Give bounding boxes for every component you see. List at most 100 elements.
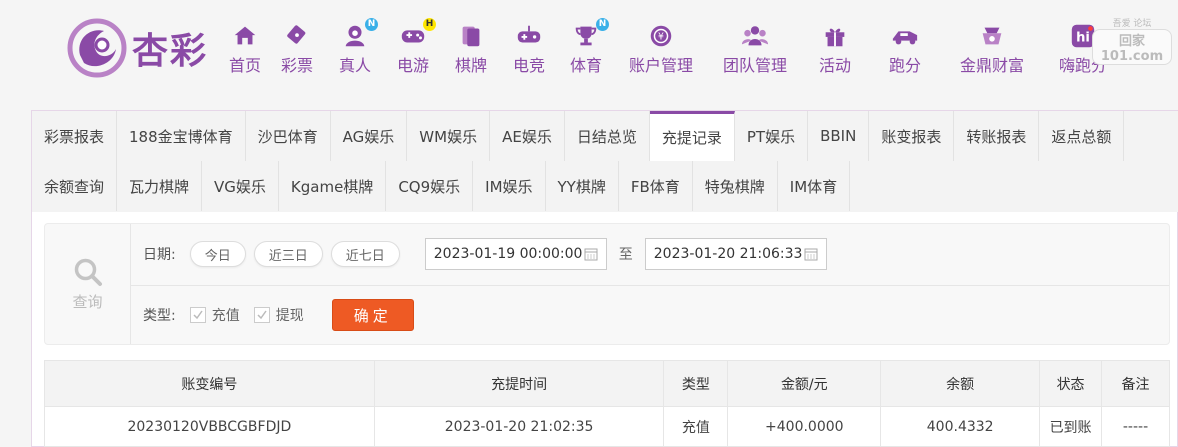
nav-item-11[interactable]: 金鼎财富 bbox=[942, 22, 1042, 76]
nav-label: 团队管理 bbox=[722, 56, 787, 75]
tab-tabs-row1-12[interactable]: 返点总额 bbox=[1039, 111, 1125, 161]
table-row: 20230120VBBCGBFDJD 2023-01-20 21:02:35 充… bbox=[44, 406, 1170, 447]
nav-item-8[interactable]: 团队管理 bbox=[708, 22, 802, 76]
watermark-main: 回家101.com bbox=[1092, 29, 1172, 65]
account-icon: ¥ bbox=[646, 22, 676, 50]
tab-tabs-row2-4[interactable]: CQ9娱乐 bbox=[386, 161, 474, 211]
check-icon bbox=[257, 310, 267, 320]
nav-item-1[interactable]: 彩票 bbox=[268, 22, 326, 76]
type-withdraw-checkbox[interactable]: 提现 bbox=[253, 305, 304, 325]
wealth-icon bbox=[977, 22, 1007, 50]
nav-label: 活动 bbox=[818, 56, 851, 75]
gift-icon bbox=[820, 22, 850, 50]
tab-tabs-row2-6[interactable]: YY棋牌 bbox=[545, 161, 619, 211]
header-type: 类型 bbox=[663, 360, 729, 407]
lottery-icon bbox=[282, 22, 312, 50]
tab-tabs-row2-5[interactable]: IM娱乐 bbox=[473, 161, 546, 211]
nav-label: 体育 bbox=[569, 56, 602, 75]
cards-icon bbox=[456, 22, 486, 50]
tab-tabs-row2-8[interactable]: 特兔棋牌 bbox=[692, 161, 778, 211]
tab-tabs-row1-7[interactable]: 充提记录 bbox=[649, 111, 735, 161]
nav-item-7[interactable]: ¥ 账户管理 bbox=[614, 22, 708, 76]
header-status: 状态 bbox=[1039, 360, 1103, 407]
tab-tabs-row1-0[interactable]: 彩票报表 bbox=[32, 111, 118, 161]
header-id: 账变编号 bbox=[44, 360, 375, 407]
cell-id: 20230120VBBCGBFDJD bbox=[44, 406, 375, 447]
nav-item-10[interactable]: 跑分 bbox=[868, 22, 942, 76]
tab-tabs-row1-4[interactable]: WM娱乐 bbox=[407, 111, 491, 161]
report-panel: 彩票报表 188金宝博体育 沙巴体育 AG娱乐 WM娱乐 AE娱乐 日结总览 充提记录 PT娱乐… bbox=[31, 110, 1178, 447]
records-table: 账变编号 充提时间 类型 金额/元 余额 状态 备注 20230120VBBCG… bbox=[44, 360, 1170, 447]
date-row: 日期: 今日 近三日 近七日 2023-01-19 00:00:00 至 202… bbox=[143, 236, 827, 272]
calendar-icon bbox=[584, 248, 598, 261]
query-form: 查询 日期: 今日 近三日 近七日 2023-01-19 00:00:00 至 … bbox=[44, 223, 1170, 345]
tab-tabs-row1-9[interactable]: BBIN bbox=[808, 111, 870, 161]
tab-tabs-row2-1[interactable]: 瓦力棋牌 bbox=[117, 161, 203, 211]
tab-tabs-row2-2[interactable]: VG娱乐 bbox=[202, 161, 279, 211]
gamepad-icon: H bbox=[398, 18, 436, 50]
start-date-input[interactable]: 2023-01-19 00:00:00 bbox=[424, 238, 607, 270]
tab-tabs-row1-2[interactable]: 沙巴体育 bbox=[245, 111, 331, 161]
nav-item-4[interactable]: 棋牌 bbox=[442, 22, 500, 76]
start-date-value: 2023-01-19 00:00:00 bbox=[433, 246, 583, 262]
watermark-top: 吾爱 论坛 bbox=[1112, 19, 1152, 29]
type-label: 类型: bbox=[143, 308, 176, 324]
tab-tabs-row1-8[interactable]: PT娱乐 bbox=[734, 111, 809, 161]
table-header-row: 账变编号 充提时间 类型 金额/元 余额 状态 备注 bbox=[44, 360, 1170, 407]
tab-tabs-row2-9[interactable]: IM体育 bbox=[777, 161, 851, 211]
tab-tabs-row2-0[interactable]: 余额查询 bbox=[32, 161, 118, 211]
nav-label: 真人 bbox=[338, 56, 371, 75]
nav-label: 账户管理 bbox=[628, 56, 693, 75]
checkbox-box bbox=[253, 307, 270, 323]
quick-today-button[interactable]: 今日 bbox=[189, 241, 246, 267]
nav-item-0[interactable]: 首页 bbox=[222, 22, 268, 76]
cell-balance: 400.4332 bbox=[880, 406, 1041, 447]
date-label: 日期: bbox=[143, 247, 176, 263]
nav-item-2[interactable]: N 真人 bbox=[326, 18, 384, 76]
type-deposit-checkbox[interactable]: 充值 bbox=[189, 305, 240, 325]
logo-mark-icon bbox=[67, 18, 127, 78]
tabs-row-2: 余额查询 瓦力棋牌 VG娱乐 Kgame棋牌 CQ9娱乐 IM娱乐 YY棋牌 FB体育 特兔棋牌… bbox=[32, 161, 1178, 211]
check-icon bbox=[193, 310, 203, 320]
end-date-value: 2023-01-20 21:06:33 bbox=[653, 246, 803, 262]
search-icon bbox=[74, 258, 102, 286]
cell-time: 2023-01-20 21:02:35 bbox=[373, 406, 665, 447]
type-withdraw-label: 提现 bbox=[275, 308, 304, 324]
main-nav: 首页 彩票 N 真人 H 电游 棋牌 电竞 N 体育 ¥ 账户管理 团队管理 活动 跑分 金鼎财富 hi 嗨跑分 bbox=[222, 18, 1124, 76]
tab-tabs-row2-3[interactable]: Kgame棋牌 bbox=[278, 161, 387, 211]
tab-tabs-row1-3[interactable]: AG娱乐 bbox=[330, 111, 408, 161]
tabs-row-1: 彩票报表 188金宝博体育 沙巴体育 AG娱乐 WM娱乐 AE娱乐 日结总览 充提记录 PT娱乐… bbox=[32, 111, 1178, 161]
live-dealer-icon: N bbox=[340, 18, 378, 50]
cell-status: 已到账 bbox=[1039, 406, 1103, 447]
header: 杏彩 首页 彩票 N 真人 H 电游 棋牌 电竞 N 体育 ¥ 账户管理 团队管理 活动 跑分 金鼎财富 hi 嗨… bbox=[0, 0, 1178, 100]
tab-tabs-row1-1[interactable]: 188金宝博体育 bbox=[117, 111, 246, 161]
nav-label: 棋牌 bbox=[454, 56, 487, 75]
checkbox-box bbox=[189, 307, 206, 323]
end-date-input[interactable]: 2023-01-20 21:06:33 bbox=[644, 238, 827, 270]
team-icon bbox=[740, 22, 770, 50]
logo[interactable]: 杏彩 bbox=[66, 16, 208, 80]
tab-tabs-row2-7[interactable]: FB体育 bbox=[618, 161, 693, 211]
query-side[interactable]: 查询 bbox=[45, 224, 131, 344]
nav-badge: N bbox=[596, 18, 609, 31]
nav-item-5[interactable]: 电竞 bbox=[500, 22, 558, 76]
header-remark: 备注 bbox=[1101, 360, 1170, 407]
svg-text:¥: ¥ bbox=[658, 32, 664, 43]
nav-item-6[interactable]: N 体育 bbox=[558, 18, 614, 76]
nav-label: 电游 bbox=[396, 56, 429, 75]
tab-tabs-row1-10[interactable]: 账变报表 bbox=[869, 111, 955, 161]
tab-tabs-row1-6[interactable]: 日结总览 bbox=[564, 111, 650, 161]
nav-item-3[interactable]: H 电游 bbox=[384, 18, 442, 76]
type-deposit-label: 充值 bbox=[211, 308, 240, 324]
quick-3days-button[interactable]: 近三日 bbox=[253, 241, 323, 267]
confirm-button[interactable]: 确定 bbox=[331, 299, 414, 331]
quick-7days-button[interactable]: 近七日 bbox=[330, 241, 400, 267]
nav-item-9[interactable]: 活动 bbox=[802, 22, 868, 76]
nav-label: 彩票 bbox=[280, 56, 313, 75]
nav-label: 首页 bbox=[228, 56, 261, 75]
tab-tabs-row1-5[interactable]: AE娱乐 bbox=[490, 111, 565, 161]
nav-badge: H bbox=[423, 18, 436, 31]
header-time: 充提时间 bbox=[373, 360, 665, 407]
tab-tabs-row1-11[interactable]: 转账报表 bbox=[954, 111, 1040, 161]
row-divider bbox=[131, 285, 1169, 286]
